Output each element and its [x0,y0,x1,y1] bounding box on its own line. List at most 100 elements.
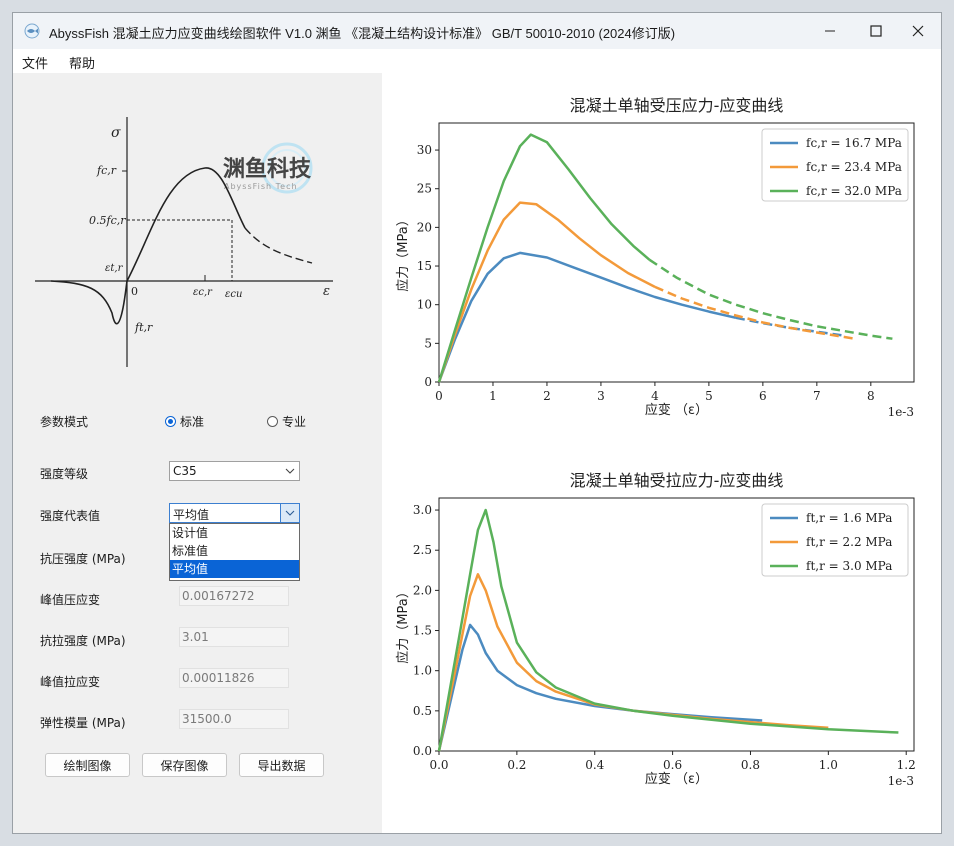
tension-ytick-label: 0.0 [413,744,432,758]
tension-ytick-label: 3.0 [413,503,432,517]
eps-c-label: εc,r [193,287,213,298]
stress-strain-schematic: 渊鱼科技 AbyssFish Tech σ fc,r 0.5fc,r εt,r … [35,117,333,367]
tension-xtick-label: 1.2 [897,758,916,772]
tension-xlabel: 应变 （ε） [645,771,708,787]
tension-chart: 混凝土单轴受拉应力-应变曲线 0.0 0.2 0.4 0.6 0.8 1.0 1.2 0.0 0.… [395,471,916,788]
descending-dashed-curve [244,227,313,264]
mode-standard-label: 标准 [180,415,205,429]
close-button[interactable] [895,13,941,49]
peak-tensile-strain-field[interactable]: 0.00011826 [179,668,289,688]
save-image-button[interactable]: 保存图像 [142,753,227,777]
mode-pro-radio[interactable]: 专业 [267,413,306,430]
compression-xtick-label: 5 [705,389,713,403]
half-fc-label: 0.5fc,r [89,214,126,227]
repr-option-standard[interactable]: 标准值 [170,542,299,560]
tension-ytick-label: 2.0 [413,583,432,597]
fish-logo-icon [24,23,40,39]
compression-ytick-label: 10 [417,298,432,312]
maximize-icon [870,25,882,37]
elastic-modulus-field[interactable]: 31500.0 [179,709,289,729]
compression-legend-label: fc,r = 16.7 MPa [806,136,902,150]
compression-xtick-label: 3 [597,389,605,403]
tension-x-scale-label: 1e-3 [888,774,914,788]
menu-file[interactable]: 文件 [22,53,48,72]
eps-cu-label: εcu [225,289,242,300]
repr-label: 强度代表值 [40,509,101,523]
tension-xtick-label: 0.0 [429,758,448,772]
compression-xtick-label: 8 [867,389,875,403]
peak-compressive-strain-field[interactable]: 0.00167272 [179,586,289,606]
minimize-button[interactable] [807,13,853,49]
tension-xtick-label: 0.4 [585,758,604,772]
tension-xtick-label: 0.2 [507,758,526,772]
tension-ytick-label: 2.5 [413,543,432,557]
tension-legend-label: ft,r = 1.6 MPa [806,511,892,525]
compression-legend-label: fc,r = 23.4 MPa [806,160,902,174]
compression-ytick-label: 0 [424,375,432,389]
watermark-subtext: AbyssFish Tech [224,182,298,191]
menu-bar: 文件 帮助 [13,49,941,73]
menu-help[interactable]: 帮助 [69,53,95,72]
tension-ytick-label: 1.0 [413,664,432,678]
plot-area: 混凝土单轴受压应力-应变曲线 0 1 2 3 4 5 6 7 8 0 5 10 15 20 25 30 1e-3 应… [382,73,941,833]
grade-label: 强度等级 [40,467,89,481]
radio-checked-icon [165,416,176,427]
compression-x-scale-label: 1e-3 [888,405,914,419]
tension-xtick-label: 1.0 [819,758,838,772]
tensile-strength-field[interactable]: 3.01 [179,627,289,647]
repr-option-mean[interactable]: 平均值 [170,560,299,578]
compression-series-3-line [437,133,651,383]
repr-select[interactable]: 平均值 [169,503,300,523]
export-data-button[interactable]: 导出数据 [239,753,324,777]
title-bar: AbyssFish 混凝土应力应变曲线绘图软件 V1.0 渊鱼 《混凝土结构设计… [13,13,941,49]
repr-option-design[interactable]: 设计值 [170,524,299,542]
mode-label: 参数模式 [40,415,89,429]
compression-xlabel: 应变 （ε） [645,402,708,418]
repr-dropdown-list: 设计值 标准值 平均值 [169,523,300,581]
eps-axis-label: ε [323,284,330,299]
tension-ylabel: 应力（MPa） [395,585,411,663]
tension-xtick-label: 0.8 [741,758,760,772]
compression-ylabel: 应力（MPa） [395,213,411,291]
compression-xtick-label: 7 [813,389,821,403]
compression-series-2-line [437,201,656,383]
peak-compressive-strain-label: 峰值压应变 [40,593,101,607]
ft-label: ft,r [134,321,153,334]
grade-value: C35 [173,464,197,478]
sigma-label: σ [111,125,121,141]
tension-ytick-label: 0.5 [413,704,432,718]
maximize-button[interactable] [853,13,899,49]
tension-title: 混凝土单轴受拉应力-应变曲线 [570,471,784,490]
compressive-strength-label: 抗压强度 (MPa) [40,552,126,566]
minimize-icon [825,30,835,32]
tension-legend-label: ft,r = 2.2 MPa [806,535,892,549]
control-panel: 渊鱼科技 AbyssFish Tech σ fc,r 0.5fc,r εt,r … [13,73,382,833]
fc-label: fc,r [96,164,117,177]
mode-pro-label: 专业 [282,415,307,429]
compression-series-2-dashed [654,285,855,340]
app-window: AbyssFish 混凝土应力应变曲线绘图软件 V1.0 渊鱼 《混凝土结构设计… [12,12,942,834]
tensile-strength-label: 抗拉强度 (MPa) [40,634,126,648]
tension-curve [50,280,128,325]
grade-select[interactable]: C35 [169,461,300,481]
plot-button[interactable]: 绘制图像 [45,753,130,777]
compression-xtick-label: 6 [759,389,767,403]
repr-value: 平均值 [173,508,210,522]
compression-chart: 混凝土单轴受压应力-应变曲线 0 1 2 3 4 5 6 7 8 0 5 10 15 20 25 30 1e-3 应… [395,96,915,419]
compression-ytick-label: 25 [417,182,432,196]
compression-ytick-label: 5 [424,336,432,350]
radio-unchecked-icon [267,416,278,427]
compression-ytick-label: 20 [417,220,432,234]
elastic-modulus-label: 弹性模量 (MPa) [40,716,126,730]
chevron-down-icon [281,462,299,480]
eps-t-label: εt,r [105,263,124,274]
compression-title: 混凝土单轴受压应力-应变曲线 [570,96,784,115]
compression-ytick-label: 30 [417,143,432,157]
watermark-text: 渊鱼科技 [223,156,312,182]
compression-xtick-label: 1 [489,389,497,403]
tension-series-1-line [437,623,763,752]
mode-standard-radio[interactable]: 标准 [165,413,204,430]
chevron-down-icon [280,504,299,522]
compression-xtick-label: 0 [435,389,443,403]
close-icon [912,25,924,37]
